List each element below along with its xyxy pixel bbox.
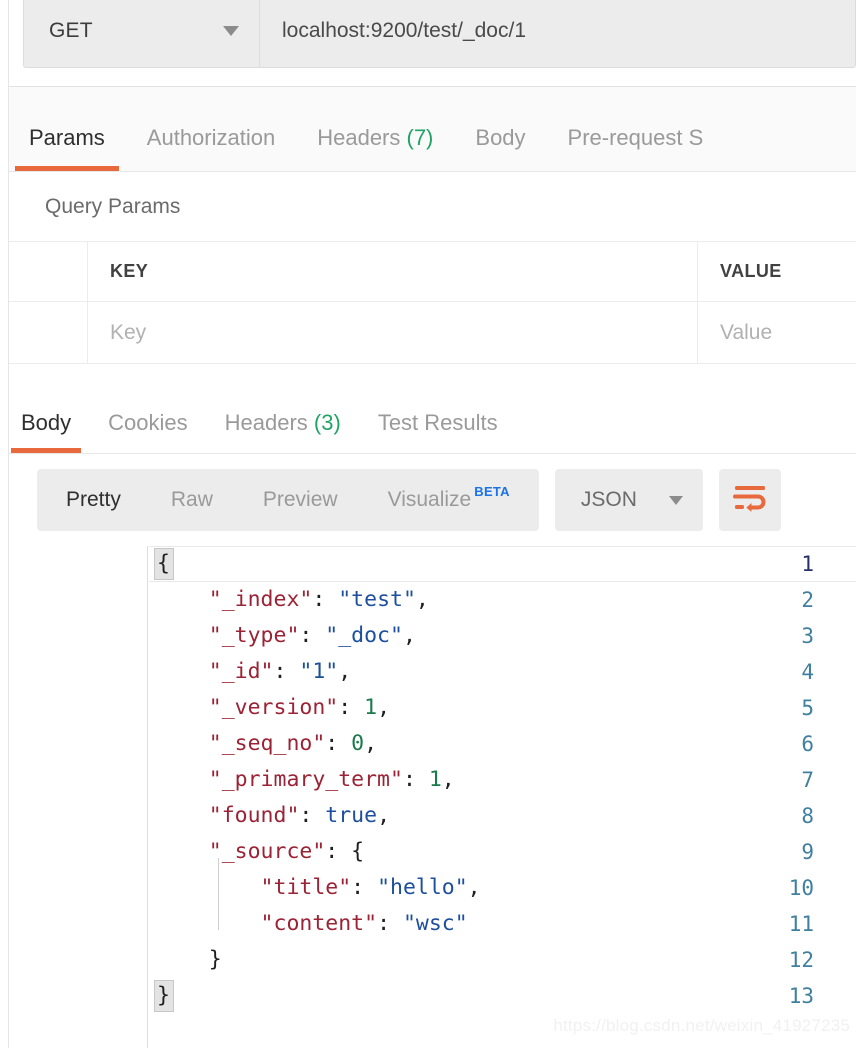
editor-code-line: "title": "hello", <box>157 870 481 906</box>
response-tabs-bar: Body Cookies Headers (3) Test Results <box>9 372 856 454</box>
view-pretty-label: Pretty <box>66 488 121 512</box>
response-tab-test-results[interactable]: Test Results <box>378 410 498 453</box>
tab-pre-request-script-label: Pre-request S <box>568 125 704 150</box>
editor-code-line: "_id": "1", <box>157 654 351 690</box>
request-url-input[interactable]: localhost:9200/test/_doc/1 <box>260 0 855 67</box>
table-header-row: KEY VALUE <box>9 242 856 302</box>
tab-pre-request-script[interactable]: Pre-request S <box>568 125 704 171</box>
http-method-label: GET <box>49 19 93 43</box>
editor-code-line: "found": true, <box>157 798 390 834</box>
tab-body-label: Body <box>475 125 525 150</box>
response-format-label: JSON <box>581 488 637 512</box>
editor-code-line: { <box>157 546 170 582</box>
column-header-key: KEY <box>88 242 698 301</box>
response-view-segmented-control: Pretty Raw Preview Visualize BETA <box>37 469 539 531</box>
editor-code-line: "content": "wsc" <box>157 906 468 942</box>
editor-gutter <box>9 546 148 1048</box>
row-key-placeholder: Key <box>110 321 146 345</box>
editor-code-content[interactable]: { "_index": "test", "_type": "_doc", "_i… <box>149 546 856 1048</box>
query-params-title: Query Params <box>45 195 180 219</box>
editor-code-line: } <box>157 942 222 978</box>
tab-params[interactable]: Params <box>29 125 105 171</box>
view-visualize-label: Visualize <box>388 488 472 512</box>
response-tab-cookies[interactable]: Cookies <box>108 410 187 453</box>
editor-code-line: "_type": "_doc", <box>157 618 416 654</box>
row-value-placeholder: Value <box>720 321 772 345</box>
tab-headers-label: Headers <box>317 125 400 150</box>
word-wrap-button[interactable] <box>719 469 781 531</box>
editor-code-line: "_source": { <box>157 834 364 870</box>
row-checkbox-cell[interactable] <box>9 302 88 363</box>
beta-badge: BETA <box>474 484 510 499</box>
word-wrap-icon <box>733 483 767 518</box>
app-left-edge-upper <box>9 0 14 86</box>
response-tab-body-label: Body <box>21 410 71 435</box>
request-tabs-bar: Params Authorization Headers (7) Body Pr… <box>9 86 856 172</box>
view-preview-label: Preview <box>263 488 338 512</box>
response-tab-headers-count: (3) <box>314 410 341 435</box>
request-url-bar: GET localhost:9200/test/_doc/1 <box>23 0 856 68</box>
tab-body[interactable]: Body <box>475 125 525 171</box>
http-method-dropdown[interactable]: GET <box>24 0 260 67</box>
tab-headers[interactable]: Headers (7) <box>317 125 433 171</box>
app-left-edge <box>0 0 9 1048</box>
view-raw-button[interactable]: Raw <box>146 488 238 512</box>
view-raw-label: Raw <box>171 488 213 512</box>
response-tab-headers-label: Headers <box>225 410 308 435</box>
response-view-toolbar: Pretty Raw Preview Visualize BETA JSON <box>9 454 856 546</box>
column-header-checkbox <box>9 242 88 301</box>
editor-code-line: "_index": "test", <box>157 582 429 618</box>
row-value-input[interactable]: Value <box>698 302 856 363</box>
response-format-dropdown[interactable]: JSON <box>555 469 703 531</box>
column-header-key-label: KEY <box>110 261 148 282</box>
chevron-down-icon <box>669 496 683 505</box>
response-tabs: Body Cookies Headers (3) Test Results <box>9 372 856 453</box>
tab-authorization[interactable]: Authorization <box>147 125 275 171</box>
query-params-header: Query Params <box>9 172 856 242</box>
table-row[interactable]: Key Value <box>9 302 856 364</box>
row-key-input[interactable]: Key <box>88 302 698 363</box>
editor-code-line: "_seq_no": 0, <box>157 726 377 762</box>
column-header-value: VALUE <box>698 242 856 301</box>
response-tab-body[interactable]: Body <box>21 410 71 453</box>
chevron-down-icon <box>223 26 239 36</box>
editor-code-line: "_version": 1, <box>157 690 390 726</box>
request-tabs: Params Authorization Headers (7) Body Pr… <box>9 87 856 171</box>
response-tab-test-results-label: Test Results <box>378 410 498 435</box>
response-tab-headers[interactable]: Headers (3) <box>225 410 341 453</box>
tab-headers-count: (7) <box>407 125 434 150</box>
response-tab-cookies-label: Cookies <box>108 410 187 435</box>
view-preview-button[interactable]: Preview <box>238 488 363 512</box>
request-url-text: localhost:9200/test/_doc/1 <box>282 19 526 43</box>
watermark: https://blog.csdn.net/weixin_41927235 <box>553 1016 850 1036</box>
editor-code-line: "_primary_term": 1, <box>157 762 455 798</box>
view-pretty-button[interactable]: Pretty <box>41 488 146 512</box>
editor-code-line: } <box>157 978 170 1014</box>
view-visualize-button[interactable]: Visualize BETA <box>363 488 535 512</box>
column-header-value-label: VALUE <box>720 261 782 282</box>
query-params-table: KEY VALUE Key Value <box>9 242 856 364</box>
response-body-editor[interactable]: 12345678910111213 { "_index": "test", "_… <box>9 546 856 1048</box>
tab-authorization-label: Authorization <box>147 125 275 150</box>
tab-params-label: Params <box>29 125 105 150</box>
